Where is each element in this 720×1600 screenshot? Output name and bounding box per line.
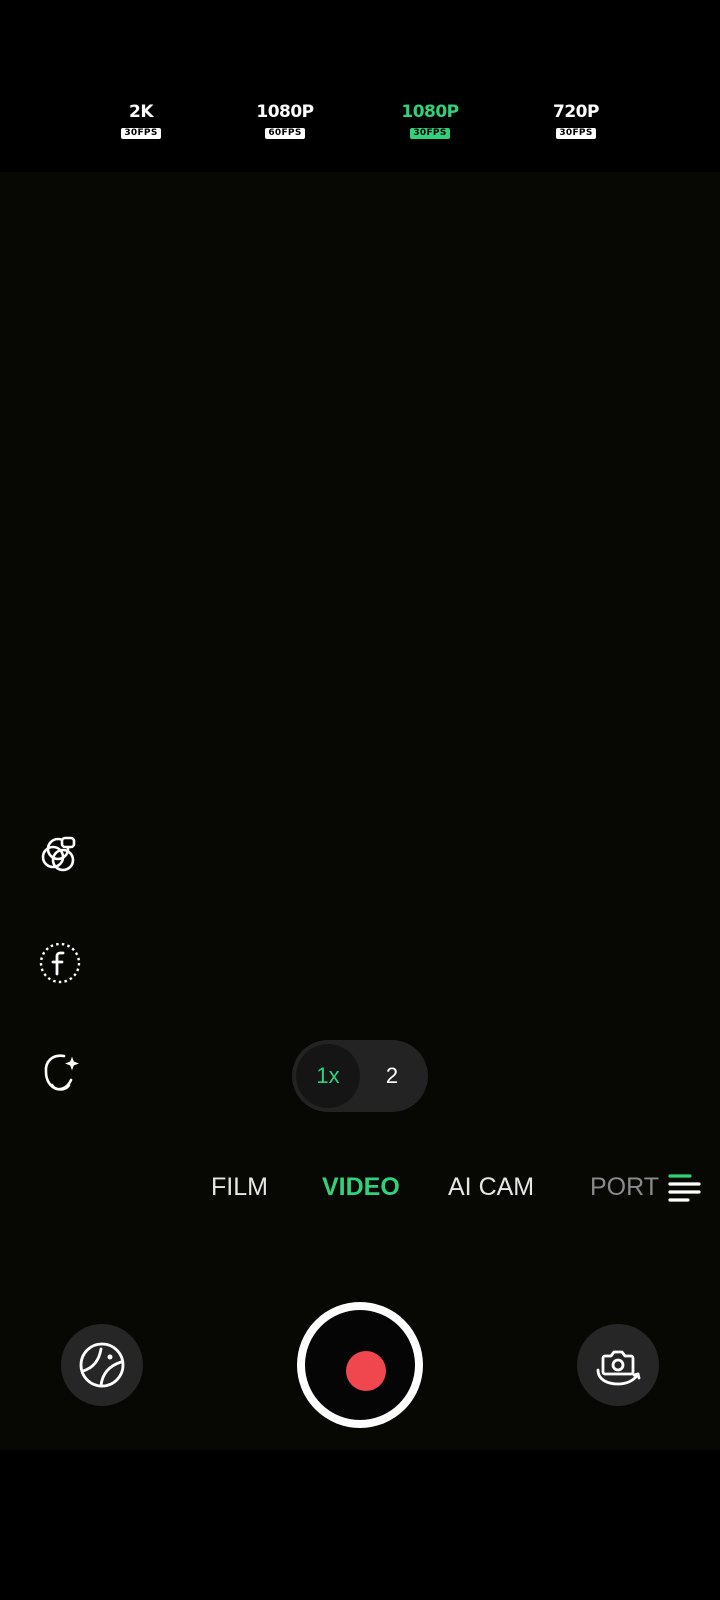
filter-f-icon[interactable]	[38, 941, 82, 985]
mode-ai-cam[interactable]: AI CAM	[448, 1172, 534, 1202]
flip-camera-icon	[596, 1350, 641, 1386]
resolution-option-1080p-30fps[interactable]: 1080P 30FPS	[385, 102, 475, 140]
flip-camera-button[interactable]	[577, 1324, 659, 1406]
mode-film[interactable]: FILM	[211, 1172, 268, 1202]
gallery-thumbnail-button[interactable]	[61, 1324, 143, 1406]
camera-viewfinder[interactable]	[0, 172, 720, 1450]
resolution-label: 720P	[553, 102, 599, 122]
resolution-label: 2K	[128, 102, 154, 122]
resolution-label: 1080P	[256, 102, 314, 122]
resolution-option-1080p-60fps[interactable]: 1080P 60FPS	[240, 102, 330, 140]
resolution-label: 1080P	[401, 102, 459, 122]
resolution-bar: 2K 30FPS 1080P 60FPS 1080P 30FPS 720P 30…	[0, 0, 720, 172]
zoom-1x-button[interactable]: 1x	[296, 1044, 360, 1108]
beauty-face-icon[interactable]	[38, 1050, 82, 1094]
fps-label: 30FPS	[410, 128, 450, 139]
more-modes-menu-icon[interactable]	[666, 1172, 702, 1202]
filter-effects-icon[interactable]	[38, 832, 82, 876]
fps-label: 60FPS	[265, 128, 305, 139]
zoom-2x-button[interactable]: 2	[360, 1044, 424, 1108]
gallery-thumbnail-icon	[79, 1342, 125, 1388]
mode-video[interactable]: VIDEO	[322, 1172, 400, 1202]
record-icon	[346, 1351, 386, 1391]
bottom-system-area	[0, 1450, 720, 1600]
zoom-selector: 1x 2	[292, 1040, 428, 1112]
mode-portrait[interactable]: PORT	[590, 1172, 659, 1202]
resolution-option-2k-30fps[interactable]: 2K 30FPS	[96, 102, 186, 140]
fps-label: 30FPS	[556, 128, 596, 139]
record-button[interactable]	[297, 1302, 423, 1428]
resolution-option-720p-30fps[interactable]: 720P 30FPS	[531, 102, 621, 140]
fps-label: 30FPS	[121, 128, 161, 139]
